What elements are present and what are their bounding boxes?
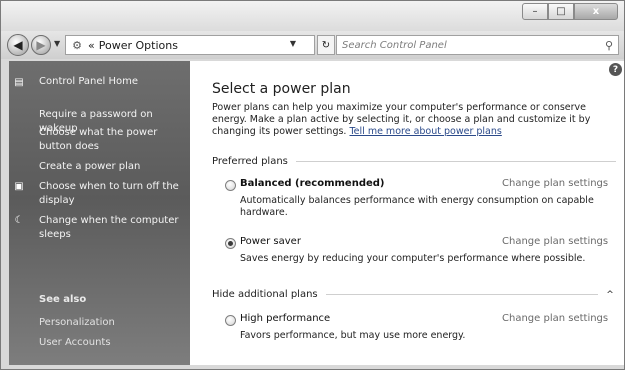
- plan-desc-high-performance: Favors performance, but may use more ene…: [240, 330, 466, 341]
- search-icon[interactable]: ⚲: [605, 39, 613, 52]
- group-divider: [295, 161, 616, 162]
- sidebar-link-control-panel-home[interactable]: Control Panel Home: [39, 75, 187, 89]
- navigation-bar: ◀ ▶ ▼ ⚙ « Power Options ▼ ↻ Search Contr…: [1, 31, 624, 59]
- refresh-icon: ↻: [321, 39, 331, 51]
- intro-text: Power plans can help you maximize your c…: [212, 102, 617, 138]
- address-bar[interactable]: ⚙ « Power Options ▼: [65, 35, 315, 55]
- collapse-chevron-icon[interactable]: ^: [604, 290, 616, 300]
- caption-buttons: – □ x: [522, 3, 618, 20]
- group-divider: [325, 294, 598, 295]
- hide-additional-plans-label[interactable]: Hide additional plans: [212, 289, 318, 300]
- refresh-button[interactable]: ↻: [317, 35, 335, 55]
- plan-name-power-saver[interactable]: Power saver: [240, 236, 301, 247]
- plan-name-high-performance[interactable]: High performance: [240, 313, 330, 324]
- radio-balanced[interactable]: [225, 180, 236, 191]
- plan-desc-balanced: Automatically balances performance with …: [240, 195, 594, 218]
- breadcrumb-separator[interactable]: «: [88, 39, 95, 52]
- sidebar-link-create-plan[interactable]: Create a power plan: [39, 160, 187, 174]
- task-pane: ▤ Control Panel Home Require a password …: [9, 61, 190, 365]
- back-button[interactable]: ◀: [7, 34, 29, 56]
- main-content: ? Select a power plan Power plans can he…: [190, 61, 624, 365]
- forward-arrow-icon: ▶: [36, 38, 46, 52]
- maximize-button[interactable]: □: [548, 3, 574, 20]
- preferred-plans-group: Preferred plans: [212, 156, 616, 167]
- preferred-plans-label: Preferred plans: [212, 156, 288, 167]
- page-title: Select a power plan: [212, 81, 351, 97]
- radio-high-performance[interactable]: [225, 315, 236, 326]
- close-button[interactable]: x: [574, 3, 618, 20]
- recent-pages-dropdown[interactable]: ▼: [54, 39, 60, 48]
- plan-name-balanced[interactable]: Balanced (recommended): [240, 178, 385, 189]
- power-options-window: – □ x ◀ ▶ ▼ ⚙ « Power Options ▼ ↻ Search…: [0, 0, 625, 370]
- additional-plans-group[interactable]: Hide additional plans ^: [212, 289, 616, 300]
- title-bar: – □ x: [1, 1, 624, 31]
- address-dropdown-icon[interactable]: ▼: [290, 39, 296, 48]
- sidebar-link-user-accounts[interactable]: User Accounts: [39, 337, 111, 348]
- sidebar-link-power-button[interactable]: Choose what the power button does: [39, 126, 187, 154]
- see-also-heading: See also: [39, 294, 87, 305]
- minimize-button[interactable]: –: [522, 3, 548, 20]
- display-icon: ▣: [14, 180, 24, 192]
- learn-more-link[interactable]: Tell me more about power plans: [349, 126, 501, 137]
- sidebar-link-computer-sleeps[interactable]: Change when the computer sleeps: [39, 214, 187, 242]
- search-input[interactable]: Search Control Panel: [342, 40, 447, 51]
- help-icon[interactable]: ?: [609, 63, 622, 76]
- change-plan-settings-power-saver[interactable]: Change plan settings: [502, 236, 608, 247]
- moon-icon: ☾: [14, 214, 24, 226]
- sidebar-link-turn-off-display[interactable]: Choose when to turn off the display: [39, 180, 187, 208]
- sidebar-link-personalization[interactable]: Personalization: [39, 317, 115, 328]
- forward-button[interactable]: ▶: [31, 35, 51, 55]
- radio-power-saver[interactable]: [225, 238, 236, 249]
- breadcrumb-power-options[interactable]: Power Options: [99, 39, 178, 52]
- back-arrow-icon: ◀: [13, 38, 23, 52]
- control-panel-home-icon: ▤: [14, 76, 24, 88]
- plan-desc-power-saver: Saves energy by reducing your computer's…: [240, 253, 586, 264]
- change-plan-settings-high-performance[interactable]: Change plan settings: [502, 313, 608, 324]
- search-box[interactable]: Search Control Panel ⚲: [336, 35, 619, 55]
- change-plan-settings-balanced[interactable]: Change plan settings: [502, 178, 608, 189]
- control-panel-icon: ⚙: [72, 38, 82, 52]
